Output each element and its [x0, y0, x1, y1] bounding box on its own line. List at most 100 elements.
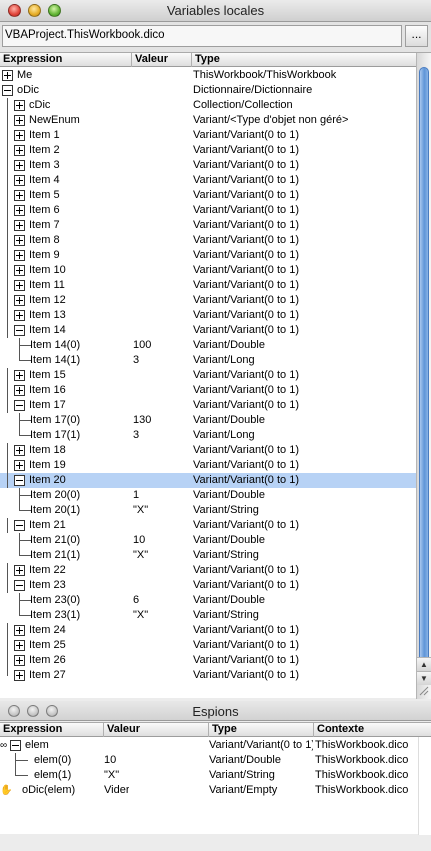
expand-icon[interactable]: [14, 565, 25, 576]
tree-leaf-row[interactable]: Item 23(1) "X" Variant/String: [0, 608, 416, 623]
expand-icon[interactable]: [14, 445, 25, 456]
tree-leaf-row[interactable]: elem(1) "X" Variant/String ThisWorkbook.dic…: [0, 768, 418, 783]
expand-icon[interactable]: [14, 190, 25, 201]
column-header-value[interactable]: Valeur: [132, 53, 192, 67]
tree-row[interactable]: Item 7 Variant/Variant(0 to 1): [0, 218, 416, 233]
expand-icon[interactable]: [14, 625, 25, 636]
tree-leaf-row[interactable]: Item 20(0) 1 Variant/Double: [0, 488, 416, 503]
collapse-icon[interactable]: [14, 475, 25, 486]
tree-leaf-row[interactable]: Item 23(0) 6 Variant/Double: [0, 593, 416, 608]
expand-icon[interactable]: [14, 310, 25, 321]
column-header-context[interactable]: Contexte: [314, 723, 431, 737]
call-stack-button[interactable]: ...: [405, 25, 428, 47]
collapse-icon[interactable]: [2, 85, 13, 96]
tree-row[interactable]: ∞ elem Variant/Variant(0 to 1) ThisWorkbook…: [0, 738, 418, 753]
expand-icon[interactable]: [14, 160, 25, 171]
column-header-type[interactable]: Type: [192, 53, 416, 67]
tree-row[interactable]: oDic Dictionnaire/Dictionnaire: [0, 83, 416, 98]
locals-titlebar[interactable]: Variables locales: [0, 0, 431, 22]
expand-icon[interactable]: [14, 220, 25, 231]
expand-icon[interactable]: [14, 670, 25, 681]
scroll-down-arrow[interactable]: ▼: [416, 671, 431, 685]
type-text: Variant/Variant(0 to 1): [193, 519, 299, 531]
tree-leaf-row[interactable]: elem(0) 10 Variant/Double ThisWorkbook.dico: [0, 753, 418, 768]
context-path-field[interactable]: VBAProject.ThisWorkbook.dico: [2, 25, 402, 47]
tree-connector: [7, 473, 8, 488]
expand-icon[interactable]: [14, 235, 25, 246]
tree-row[interactable]: Item 21 Variant/Variant(0 to 1): [0, 518, 416, 533]
expand-icon[interactable]: [2, 70, 13, 81]
tree-leaf-row[interactable]: Item 21(0) 10 Variant/Double: [0, 533, 416, 548]
tree-row[interactable]: Item 6 Variant/Variant(0 to 1): [0, 203, 416, 218]
tree-row[interactable]: Item 14 Variant/Variant(0 to 1): [0, 323, 416, 338]
watches-titlebar[interactable]: Espions: [0, 701, 431, 721]
expand-icon[interactable]: [14, 655, 25, 666]
tree-row[interactable]: Item 12 Variant/Variant(0 to 1): [0, 293, 416, 308]
tree-row[interactable]: Item 8 Variant/Variant(0 to 1): [0, 233, 416, 248]
expression-text: Item 21(1): [30, 549, 81, 561]
collapse-icon[interactable]: [10, 740, 21, 751]
expand-icon[interactable]: [14, 205, 25, 216]
expand-icon[interactable]: [14, 385, 25, 396]
tree-row[interactable]: Item 25 Variant/Variant(0 to 1): [0, 638, 416, 653]
tree-row[interactable]: Item 10 Variant/Variant(0 to 1): [0, 263, 416, 278]
expand-icon[interactable]: [14, 280, 25, 291]
column-header-expression[interactable]: Expression: [0, 723, 104, 737]
expand-icon[interactable]: [14, 250, 25, 261]
column-header-value[interactable]: Valeur: [104, 723, 209, 737]
tree-row[interactable]: Item 2 Variant/Variant(0 to 1): [0, 143, 416, 158]
locals-scroll-thumb[interactable]: [419, 67, 429, 667]
tree-row[interactable]: Me ThisWorkbook/ThisWorkbook: [0, 68, 416, 83]
expand-icon[interactable]: [14, 130, 25, 141]
collapse-icon[interactable]: [14, 325, 25, 336]
expand-icon[interactable]: [14, 370, 25, 381]
tree-leaf-row[interactable]: Item 21(1) "X" Variant/String: [0, 548, 416, 563]
tree-row[interactable]: Item 16 Variant/Variant(0 to 1): [0, 383, 416, 398]
expand-icon[interactable]: [14, 175, 25, 186]
tree-row[interactable]: Item 3 Variant/Variant(0 to 1): [0, 158, 416, 173]
tree-row[interactable]: Item 18 Variant/Variant(0 to 1): [0, 443, 416, 458]
tree-row[interactable]: Item 19 Variant/Variant(0 to 1): [0, 458, 416, 473]
tree-row[interactable]: cDic Collection/Collection: [0, 98, 416, 113]
tree-row[interactable]: Item 27 Variant/Variant(0 to 1): [0, 668, 416, 683]
scroll-up-arrow[interactable]: ▲: [416, 657, 431, 671]
tree-row[interactable]: NewEnum Variant/<Type d'objet non géré>: [0, 113, 416, 128]
tree-row[interactable]: Item 4 Variant/Variant(0 to 1): [0, 173, 416, 188]
tree-leaf-row[interactable]: Item 17(1) 3 Variant/Long: [0, 428, 416, 443]
expand-icon[interactable]: [14, 265, 25, 276]
resize-grip-icon[interactable]: [417, 684, 429, 696]
tree-row[interactable]: Item 24 Variant/Variant(0 to 1): [0, 623, 416, 638]
watches-scrollbar[interactable]: [418, 737, 431, 835]
tree-leaf-row[interactable]: Item 20(1) "X" Variant/String: [0, 503, 416, 518]
tree-row[interactable]: Item 11 Variant/Variant(0 to 1): [0, 278, 416, 293]
expand-icon[interactable]: [14, 295, 25, 306]
tree-row[interactable]: Item 15 Variant/Variant(0 to 1): [0, 368, 416, 383]
tree-row[interactable]: Item 22 Variant/Variant(0 to 1): [0, 563, 416, 578]
locals-table: Expression Valeur Type Me ThisWorkbook/Th…: [0, 52, 431, 699]
expand-icon[interactable]: [14, 100, 25, 111]
tree-row[interactable]: Item 5 Variant/Variant(0 to 1): [0, 188, 416, 203]
tree-leaf-row[interactable]: ✋ oDic(elem) Vider Variant/Empty ThisWorkboo…: [0, 783, 418, 798]
collapse-icon[interactable]: [14, 520, 25, 531]
column-header-type[interactable]: Type: [209, 723, 314, 737]
collapse-icon[interactable]: [14, 400, 25, 411]
tree-row[interactable]: Item 13 Variant/Variant(0 to 1): [0, 308, 416, 323]
tree-row[interactable]: Item 17 Variant/Variant(0 to 1): [0, 398, 416, 413]
collapse-icon[interactable]: [14, 580, 25, 591]
tree-leaf-row[interactable]: Item 17(0) 130 Variant/Double: [0, 413, 416, 428]
tree-row[interactable]: Item 9 Variant/Variant(0 to 1): [0, 248, 416, 263]
tree-row[interactable]: Item 1 Variant/Variant(0 to 1): [0, 128, 416, 143]
locals-scrollbar[interactable]: [416, 53, 431, 699]
tree-row[interactable]: Item 26 Variant/Variant(0 to 1): [0, 653, 416, 668]
locals-header: Expression Valeur Type: [0, 53, 431, 67]
tree-leaf-row[interactable]: Item 14(1) 3 Variant/Long: [0, 353, 416, 368]
expand-icon[interactable]: [14, 145, 25, 156]
expand-icon[interactable]: [14, 115, 25, 126]
column-header-expression[interactable]: Expression: [0, 53, 132, 67]
expand-icon[interactable]: [14, 460, 25, 471]
tree-row[interactable]: Item 23 Variant/Variant(0 to 1): [0, 578, 416, 593]
expand-icon[interactable]: [14, 640, 25, 651]
tree-connector: [7, 248, 8, 263]
tree-row[interactable]: Item 20 Variant/Variant(0 to 1): [0, 473, 416, 488]
tree-leaf-row[interactable]: Item 14(0) 100 Variant/Double: [0, 338, 416, 353]
